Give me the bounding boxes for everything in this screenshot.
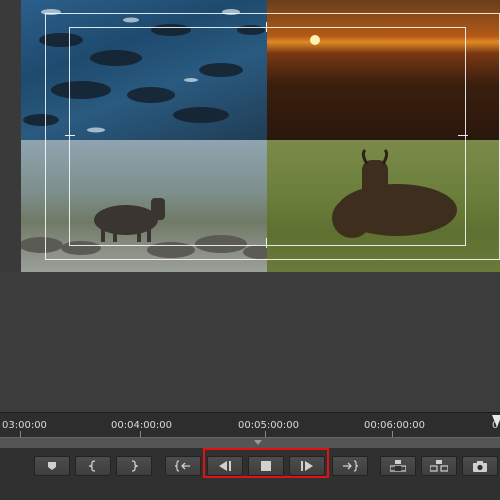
stop-icon [261, 461, 271, 471]
camera-icon [473, 460, 487, 472]
transport-controls [0, 448, 500, 500]
mark-out-button[interactable] [116, 456, 152, 476]
mark-in-button[interactable] [75, 456, 111, 476]
step-forward-button[interactable] [289, 456, 325, 476]
mark-in-icon [88, 460, 98, 472]
extract-icon [430, 460, 448, 472]
playhead[interactable] [492, 415, 500, 427]
center-mark-top [266, 22, 267, 32]
lift-icon [390, 460, 406, 472]
marker-icon [47, 461, 57, 471]
add-marker-button[interactable] [34, 456, 70, 476]
mark-out-icon [129, 460, 139, 472]
go-to-in-icon [175, 460, 191, 472]
extract-button[interactable] [421, 456, 457, 476]
fish-video-quadrant [21, 0, 267, 140]
center-mark-bottom [266, 238, 267, 248]
export-frame-button[interactable] [462, 456, 498, 476]
step-forward-icon [300, 461, 314, 471]
sunset-video-quadrant [267, 0, 500, 140]
timecode-label: 03:00:00 [2, 420, 47, 431]
program-monitor[interactable] [21, 0, 500, 272]
step-back-icon [218, 461, 232, 471]
timecode-label: 00:04:00:00 [111, 420, 173, 431]
timecode-label: 00:05:00:00 [238, 420, 300, 431]
center-mark-left [65, 135, 75, 136]
scroll-handle[interactable] [254, 440, 262, 445]
center-mark-right [458, 135, 468, 136]
stop-button[interactable] [248, 456, 284, 476]
go-to-out-icon [342, 460, 358, 472]
timecode-label: 00:06:00:00 [364, 420, 426, 431]
go-to-out-button[interactable] [332, 456, 368, 476]
herd-video-quadrant [21, 140, 267, 272]
time-ruler[interactable]: 03:00:00 00:04:00:00 00:05:00:00 00:06:0… [0, 412, 500, 437]
monitor-background [0, 272, 500, 412]
go-to-in-button[interactable] [165, 456, 201, 476]
lift-button[interactable] [380, 456, 416, 476]
wildebeest-video-quadrant [267, 140, 500, 272]
step-back-button[interactable] [207, 456, 243, 476]
